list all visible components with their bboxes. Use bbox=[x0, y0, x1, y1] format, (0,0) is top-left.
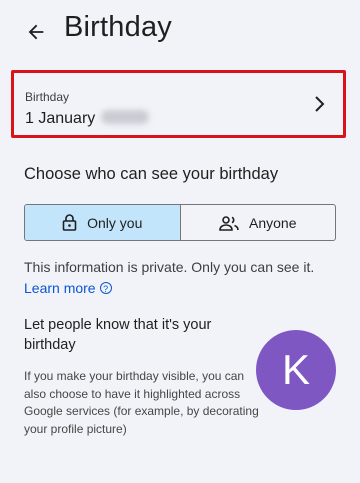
back-button[interactable] bbox=[22, 18, 50, 46]
lock-icon bbox=[62, 214, 77, 231]
avatar: K bbox=[256, 330, 336, 410]
privacy-info-text: This information is private. Only you ca… bbox=[24, 259, 315, 275]
birthday-date: 1 January bbox=[25, 110, 96, 127]
blurred-year bbox=[101, 110, 150, 124]
only-you-label: Only you bbox=[87, 214, 143, 231]
only-you-option[interactable]: Only you bbox=[25, 205, 181, 240]
chevron-right-icon bbox=[315, 96, 325, 112]
highlight-description: If you make your birthday visible, you c… bbox=[24, 369, 259, 436]
highlight-title: Let people know that it's your birthday bbox=[24, 317, 212, 353]
birthday-label: Birthday bbox=[25, 90, 70, 104]
help-icon: ? bbox=[99, 282, 112, 294]
app-header: Birthday bbox=[0, 0, 360, 62]
people-icon bbox=[219, 215, 239, 231]
page-title: Birthday bbox=[64, 11, 172, 43]
visibility-segmented-control: Only you Anyone bbox=[24, 204, 336, 241]
learn-more-link[interactable]: Learn more ? bbox=[24, 280, 112, 296]
birthday-value: 1 January bbox=[25, 110, 150, 128]
visibility-title: Choose who can see your birthday bbox=[24, 165, 279, 183]
learn-more-label: Learn more bbox=[24, 280, 96, 296]
anyone-option[interactable]: Anyone bbox=[181, 205, 336, 240]
anyone-label: Anyone bbox=[249, 214, 297, 231]
arrow-back-icon bbox=[28, 24, 44, 40]
birthday-row[interactable]: Birthday 1 January bbox=[11, 70, 346, 138]
